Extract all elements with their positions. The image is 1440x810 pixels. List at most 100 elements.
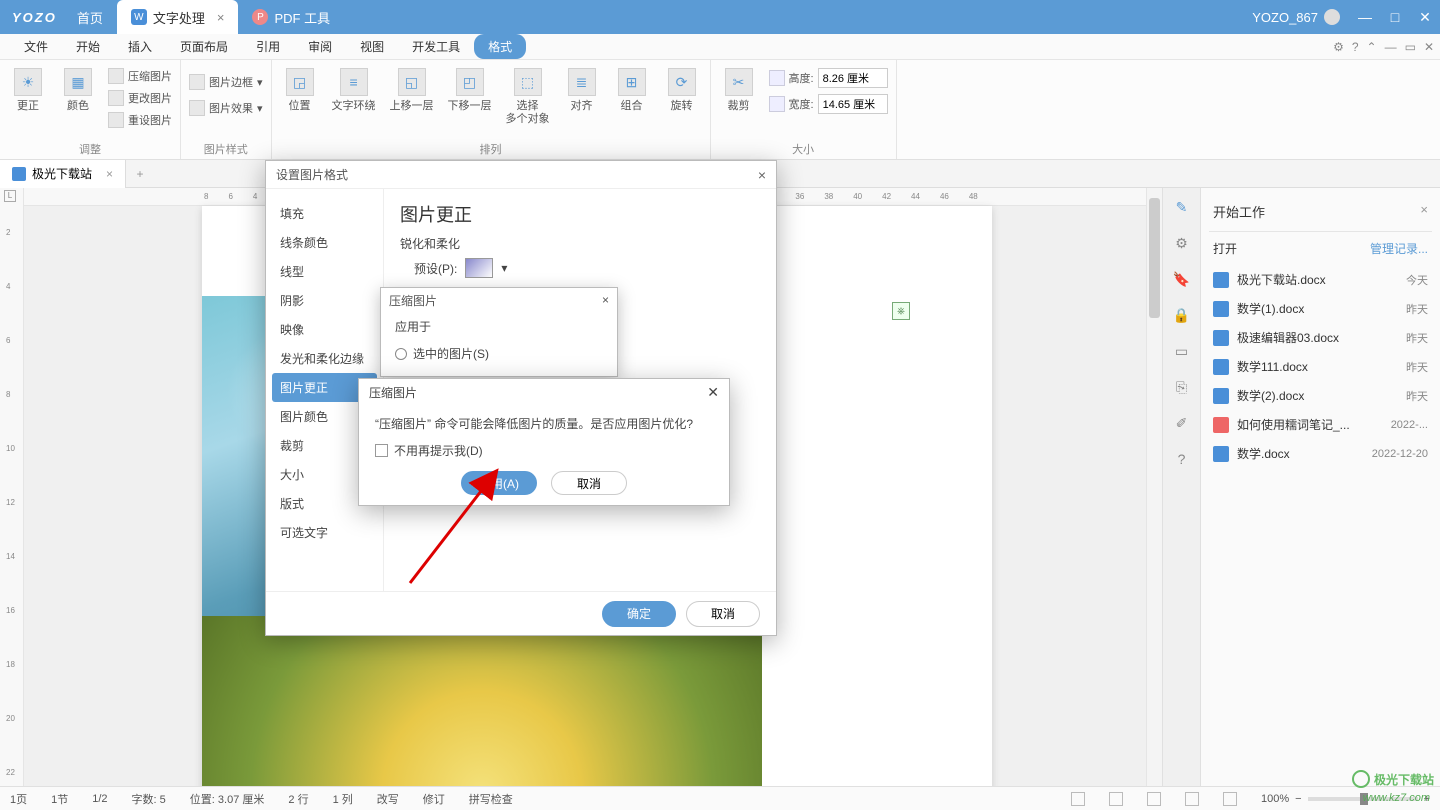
minimize-button[interactable]: — — [1350, 9, 1380, 25]
status-col[interactable]: 1 列 — [333, 791, 353, 807]
options-icon[interactable]: ⚙ — [1333, 40, 1344, 54]
add-tab-button[interactable]: + — [126, 167, 154, 181]
recent-file-item[interactable]: 数学.docx2022-12-20 — [1209, 439, 1432, 468]
recent-file-item[interactable]: 极光下载站.docx今天 — [1209, 265, 1432, 294]
format-side-item[interactable]: 线型 — [266, 257, 383, 286]
close-icon[interactable]: ✕ — [707, 384, 719, 401]
tab-pdf[interactable]: P PDF 工具 — [238, 0, 344, 34]
status-line[interactable]: 2 行 — [288, 791, 308, 807]
reset-pic-button[interactable]: 重设图片 — [108, 110, 172, 130]
recent-file-item[interactable]: 数学(1).docx昨天 — [1209, 294, 1432, 323]
scrollbar-thumb[interactable] — [1149, 198, 1160, 318]
align-button[interactable]: ≣对齐 — [562, 64, 602, 117]
recent-file-item[interactable]: 数学111.docx昨天 — [1209, 352, 1432, 381]
format-side-item[interactable]: 可选文字 — [266, 518, 383, 547]
manage-records-link[interactable]: 管理记录... — [1370, 240, 1428, 257]
status-overwrite[interactable]: 改写 — [377, 791, 399, 807]
help-icon[interactable]: ? — [1352, 40, 1359, 54]
view-outline-icon[interactable] — [1185, 792, 1199, 806]
change-pic-button[interactable]: 更改图片 — [108, 88, 172, 108]
view-read-icon[interactable] — [1109, 792, 1123, 806]
zoom-out-icon[interactable]: − — [1295, 793, 1301, 805]
max-icon[interactable]: ▭ — [1405, 40, 1416, 54]
tab-home[interactable]: 首页 — [63, 0, 117, 34]
dialog-compress-picture: 压缩图片 × 应用于 选中的图片(S) — [380, 287, 618, 377]
min-icon[interactable]: — — [1385, 40, 1397, 54]
back-button[interactable]: ◰下移一层 — [446, 64, 494, 117]
cancel-button[interactable]: 取消 — [686, 601, 760, 627]
front-button[interactable]: ◱上移一层 — [388, 64, 436, 117]
dropdown-icon[interactable]: ▾ — [501, 261, 507, 275]
doc-tab[interactable]: 极光下载站 × — [0, 160, 126, 188]
crop-button[interactable]: ✂裁剪 — [719, 64, 759, 117]
group-button[interactable]: ⊞组合 — [612, 64, 652, 117]
cancel-button[interactable]: 取消 — [551, 471, 627, 495]
close-icon[interactable]: × — [758, 167, 766, 183]
preset-dropdown[interactable] — [465, 258, 493, 278]
lock-tab-icon[interactable]: 🔒 — [1171, 304, 1193, 326]
format-side-item[interactable]: 线条颜色 — [266, 228, 383, 257]
format-side-item[interactable]: 发光和柔化边缘 — [266, 344, 383, 373]
bookmark-tab-icon[interactable]: 🔖 — [1171, 268, 1193, 290]
maximize-button[interactable]: □ — [1380, 9, 1410, 25]
menu-insert[interactable]: 插入 — [114, 34, 166, 59]
edit-tab-icon[interactable]: ✐ — [1171, 412, 1193, 434]
format-side-item[interactable]: 填充 — [266, 199, 383, 228]
menu-pagelayout[interactable]: 页面布局 — [166, 34, 242, 59]
correction-button[interactable]: ☀更正 — [8, 64, 48, 117]
close-button[interactable]: ✕ — [1410, 9, 1440, 26]
status-section[interactable]: 1节 — [51, 791, 68, 807]
status-track[interactable]: 修订 — [423, 791, 445, 807]
dont-remind-checkbox[interactable]: 不用再提示我(D) — [359, 438, 729, 463]
status-spell[interactable]: 拼写检查 — [469, 791, 513, 807]
help-tab-icon[interactable]: ? — [1171, 448, 1193, 470]
pic-effects-button[interactable]: 图片效果▾ — [189, 98, 263, 118]
compress-pic-button[interactable]: 压缩图片 — [108, 66, 172, 86]
vertical-scrollbar[interactable] — [1146, 188, 1162, 786]
position-button[interactable]: ◲位置 — [280, 64, 320, 117]
status-words[interactable]: 字数: 5 — [132, 791, 166, 807]
pic-border-button[interactable]: 图片边框▾ — [189, 72, 263, 92]
collapse-ribbon-icon[interactable]: ⌃ — [1367, 40, 1377, 54]
close-icon[interactable]: ✕ — [1424, 40, 1434, 54]
tab-close-icon[interactable]: × — [217, 10, 225, 25]
format-side-item[interactable]: 阴影 — [266, 286, 383, 315]
status-position[interactable]: 位置: 3.07 厘米 — [190, 791, 265, 807]
menu-home[interactable]: 开始 — [62, 34, 114, 59]
close-icon[interactable]: × — [1420, 202, 1428, 217]
user-label[interactable]: YOZO_867 — [1252, 9, 1340, 25]
view-web-icon[interactable] — [1147, 792, 1161, 806]
apply-button[interactable]: 应用(A) — [461, 471, 537, 495]
recent-file-item[interactable]: 极速编辑器03.docx昨天 — [1209, 323, 1432, 352]
color-button[interactable]: ▦颜色 — [58, 64, 98, 117]
wrap-button[interactable]: ≡文字环绕 — [330, 64, 378, 117]
rotate-button[interactable]: ⟳旋转 — [662, 64, 702, 117]
image-flower[interactable] — [202, 616, 762, 786]
menu-devtools[interactable]: 开发工具 — [398, 34, 474, 59]
radio-selected-picture[interactable]: 选中的图片(S) — [395, 335, 603, 362]
close-icon[interactable]: × — [602, 293, 609, 307]
file-date: 2022-... — [1391, 419, 1428, 431]
recent-file-item[interactable]: 如何使用糯词笔记_...2022-... — [1209, 410, 1432, 439]
height-input[interactable] — [818, 68, 888, 88]
width-input[interactable] — [818, 94, 888, 114]
recent-file-item[interactable]: 数学(2).docx昨天 — [1209, 381, 1432, 410]
settings-tab-icon[interactable]: ⚙ — [1171, 232, 1193, 254]
view-print-icon[interactable] — [1071, 792, 1085, 806]
open-tab-icon[interactable]: ✎ — [1171, 196, 1193, 218]
format-side-item[interactable]: 映像 — [266, 315, 383, 344]
menu-view[interactable]: 视图 — [346, 34, 398, 59]
status-pages[interactable]: 1/2 — [92, 793, 107, 805]
tab-wordprocessor[interactable]: W 文字处理 × — [117, 0, 239, 34]
menu-references[interactable]: 引用 — [242, 34, 294, 59]
ok-button[interactable]: 确定 — [602, 601, 676, 627]
library-tab-icon[interactable]: ▭ — [1171, 340, 1193, 362]
menu-review[interactable]: 审阅 — [294, 34, 346, 59]
view-draft-icon[interactable] — [1223, 792, 1237, 806]
menu-format[interactable]: 格式 — [474, 34, 526, 59]
select-button[interactable]: ⬚选择 多个对象 — [504, 64, 552, 130]
status-page[interactable]: 1页 — [10, 791, 27, 807]
tab-close-icon[interactable]: × — [106, 167, 113, 181]
copy-tab-icon[interactable]: ⎘ — [1171, 376, 1193, 398]
menu-file[interactable]: 文件 — [10, 34, 62, 59]
